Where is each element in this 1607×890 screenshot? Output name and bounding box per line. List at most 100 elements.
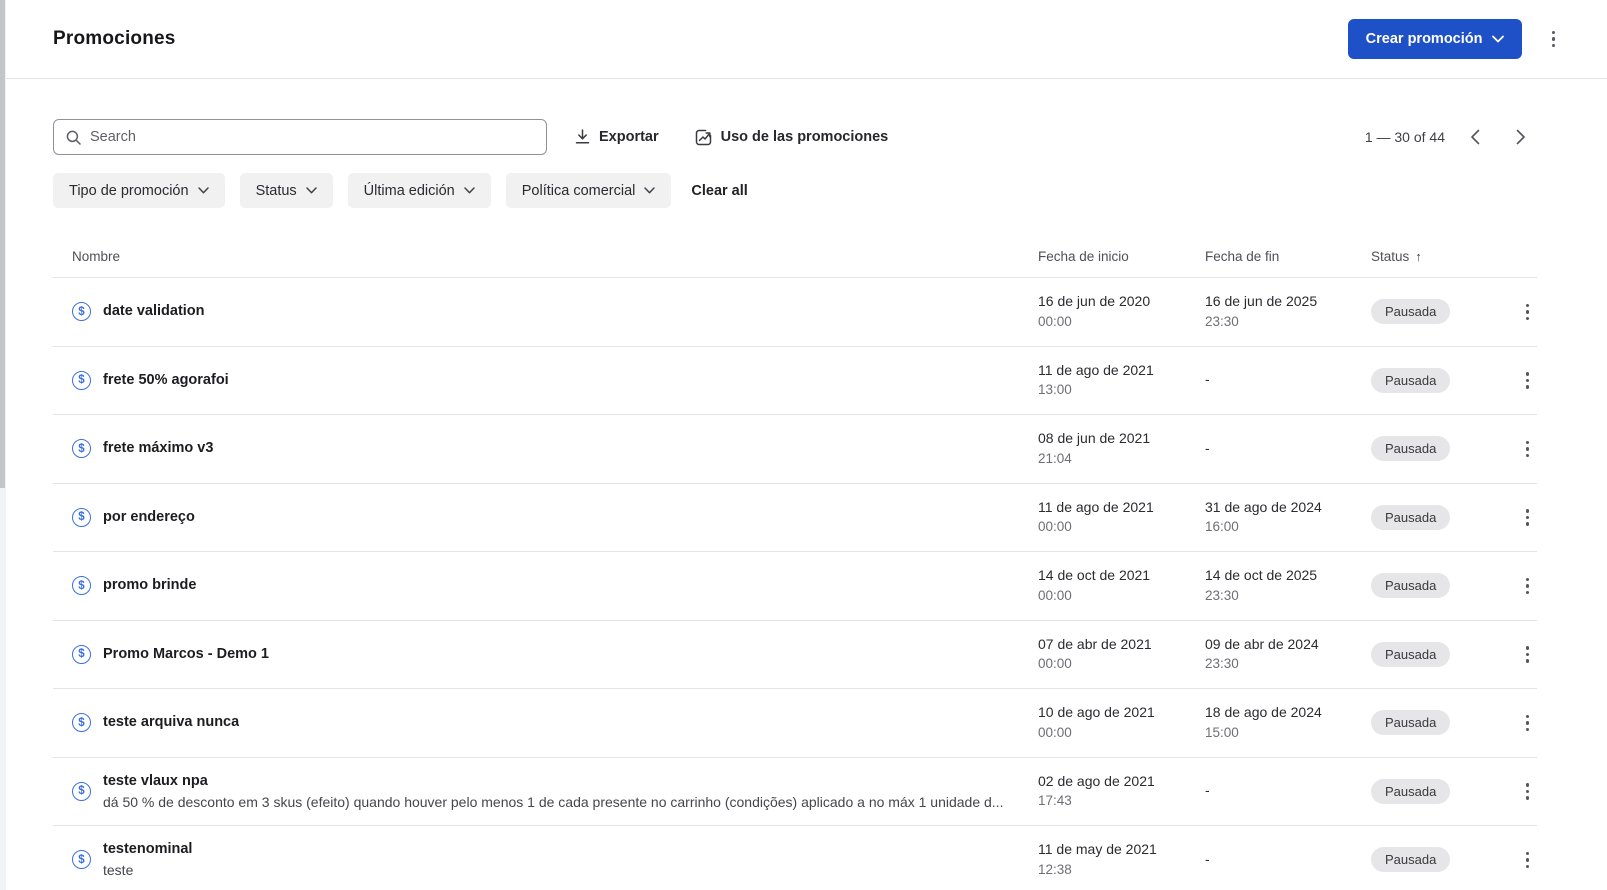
filter-last-edit[interactable]: Última edición bbox=[347, 173, 491, 208]
promotion-name[interactable]: frete 50% agorafoi bbox=[103, 370, 229, 391]
table-body: $ date validation 16 de jun de 2020 00:0… bbox=[53, 277, 1537, 890]
end-date-cell: 18 de ago de 2024 15:00 bbox=[1205, 703, 1371, 742]
search-input[interactable] bbox=[90, 129, 534, 145]
row-overflow-menu-button[interactable] bbox=[1518, 435, 1538, 464]
start-time: 17:43 bbox=[1038, 793, 1072, 809]
promotion-dollar-icon: $ bbox=[72, 507, 91, 527]
promotion-dollar-icon: $ bbox=[72, 370, 91, 390]
export-label: Exportar bbox=[599, 129, 659, 145]
filter-trade-policy[interactable]: Política comercial bbox=[505, 173, 672, 208]
status-cell: Pausada bbox=[1371, 641, 1500, 667]
table-row[interactable]: $ promo brinde 14 de oct de 2021 00:00 1… bbox=[53, 551, 1537, 620]
end-date: - bbox=[1205, 371, 1210, 388]
filter-bar: Tipo de promoción Status Última edición … bbox=[53, 173, 1537, 208]
start-date: 11 de may de 2021 bbox=[1038, 841, 1157, 858]
status-cell: Pausada bbox=[1371, 436, 1500, 462]
create-promotion-button[interactable]: Crear promoción bbox=[1347, 19, 1522, 59]
export-button[interactable]: Exportar bbox=[575, 129, 659, 145]
end-date: 16 de jun de 2025 bbox=[1205, 293, 1318, 310]
column-header-name[interactable]: Nombre bbox=[53, 249, 1038, 264]
start-date-cell: 16 de jun de 2020 00:00 bbox=[1038, 292, 1205, 331]
row-overflow-menu-button[interactable] bbox=[1518, 846, 1538, 875]
start-date: 16 de jun de 2020 bbox=[1038, 293, 1151, 310]
scrollbar-thumb[interactable] bbox=[0, 0, 5, 488]
column-header-end-date[interactable]: Fecha de fin bbox=[1205, 249, 1371, 264]
table-row[interactable]: $ Promo Marcos - Demo 1 07 de abr de 202… bbox=[53, 619, 1538, 689]
sort-ascending-icon[interactable]: ↑ bbox=[1415, 249, 1422, 264]
promotion-name[interactable]: teste vlaux npa bbox=[103, 771, 1003, 792]
promotion-name[interactable]: frete máximo v3 bbox=[103, 438, 213, 459]
filter-promotion-type[interactable]: Tipo de promoción bbox=[53, 173, 225, 208]
column-header-start-date[interactable]: Fecha de inicio bbox=[1038, 249, 1205, 264]
promotions-list-page: Exportar Uso de las promociones 1 — 30 o… bbox=[0, 119, 1607, 890]
end-date-cell: 16 de jun de 2025 23:30 bbox=[1205, 292, 1371, 331]
row-overflow-menu-button[interactable] bbox=[1518, 709, 1538, 738]
chevron-down-icon bbox=[464, 187, 475, 194]
status-badge: Pausada bbox=[1371, 436, 1451, 462]
filter-trade-policy-label: Política comercial bbox=[521, 182, 636, 199]
row-overflow-menu-button[interactable] bbox=[1518, 777, 1538, 806]
promotion-dollar-icon: $ bbox=[72, 713, 91, 733]
start-time: 00:00 bbox=[1038, 724, 1072, 740]
promotions-table: Nombre Fecha de inicio Fecha de fin Stat… bbox=[53, 235, 1537, 890]
promotion-name[interactable]: teste arquiva nunca bbox=[103, 712, 239, 733]
promotion-name[interactable]: date validation bbox=[103, 301, 205, 322]
filter-status[interactable]: Status bbox=[239, 173, 333, 208]
start-time: 00:00 bbox=[1038, 313, 1072, 329]
row-overflow-menu-button[interactable] bbox=[1518, 503, 1538, 532]
start-date-cell: 07 de abr de 2021 00:00 bbox=[1038, 635, 1205, 674]
status-badge: Pausada bbox=[1371, 367, 1451, 393]
table-row[interactable]: $ testenominal teste 11 de may de 2021 1… bbox=[53, 825, 1537, 890]
next-page-button[interactable] bbox=[1505, 121, 1537, 153]
filter-status-label: Status bbox=[255, 182, 297, 199]
start-date-cell: 10 de ago de 2021 00:00 bbox=[1038, 703, 1205, 742]
row-overflow-menu-button[interactable] bbox=[1518, 572, 1538, 601]
end-date: - bbox=[1205, 850, 1210, 867]
pagination-count: 1 — 30 of 44 bbox=[1364, 129, 1445, 145]
start-time: 13:00 bbox=[1038, 382, 1072, 398]
status-badge: Pausada bbox=[1371, 847, 1451, 873]
start-date-cell: 14 de oct de 2021 00:00 bbox=[1038, 566, 1205, 605]
promotions-usage-button[interactable]: Uso de las promociones bbox=[695, 129, 888, 146]
row-overflow-menu-button[interactable] bbox=[1518, 366, 1538, 395]
start-date-cell: 08 de jun de 2021 21:04 bbox=[1038, 429, 1205, 468]
start-time: 00:00 bbox=[1038, 519, 1072, 535]
table-row[interactable]: $ por endereço 11 de ago de 2021 00:00 3… bbox=[53, 482, 1538, 552]
table-row[interactable]: $ date validation 16 de jun de 2020 00:0… bbox=[53, 277, 1537, 346]
start-time: 12:38 bbox=[1038, 861, 1072, 877]
promotion-name[interactable]: testenominal bbox=[103, 839, 192, 860]
status-cell: Pausada bbox=[1371, 710, 1500, 736]
row-overflow-menu-button[interactable] bbox=[1518, 640, 1538, 669]
table-row[interactable]: $ frete 50% agorafoi 11 de ago de 2021 1… bbox=[53, 345, 1538, 415]
promotion-name[interactable]: promo brinde bbox=[103, 575, 196, 596]
start-time: 00:00 bbox=[1038, 587, 1072, 603]
table-header-row: Nombre Fecha de inicio Fecha de fin Stat… bbox=[53, 235, 1537, 277]
table-row[interactable]: $ frete máximo v3 08 de jun de 2021 21:0… bbox=[53, 414, 1537, 483]
promotion-name[interactable]: por endereço bbox=[103, 507, 195, 528]
end-date: 18 de ago de 2024 bbox=[1205, 704, 1322, 721]
pagination: 1 — 30 of 44 bbox=[1365, 121, 1537, 153]
row-overflow-menu-button[interactable] bbox=[1518, 298, 1538, 327]
end-time: 23:30 bbox=[1205, 313, 1239, 329]
page-title: Promociones bbox=[53, 28, 176, 49]
start-date: 11 de ago de 2021 bbox=[1038, 498, 1154, 515]
status-badge: Pausada bbox=[1371, 710, 1451, 736]
end-date-cell: 09 de abr de 2024 23:30 bbox=[1205, 635, 1371, 674]
search-box[interactable] bbox=[53, 119, 547, 155]
table-row[interactable]: $ teste vlaux npa dá 50 % de desconto em… bbox=[53, 756, 1538, 826]
promotion-name[interactable]: Promo Marcos - Demo 1 bbox=[103, 644, 269, 665]
column-header-status[interactable]: Status ↑ bbox=[1371, 249, 1500, 264]
promotion-dollar-icon: $ bbox=[72, 576, 91, 596]
header-overflow-menu-button[interactable] bbox=[1544, 25, 1564, 54]
chevron-down-icon bbox=[197, 187, 209, 194]
previous-page-button[interactable] bbox=[1459, 121, 1491, 153]
line-chart-icon bbox=[695, 129, 712, 146]
start-date: 10 de ago de 2021 bbox=[1038, 704, 1155, 721]
table-row[interactable]: $ teste arquiva nunca 10 de ago de 2021 … bbox=[53, 688, 1537, 757]
start-date-cell: 11 de ago de 2021 13:00 bbox=[1038, 361, 1205, 400]
create-promotion-label: Crear promoción bbox=[1365, 31, 1483, 47]
clear-all-filters-button[interactable]: Clear all bbox=[691, 183, 747, 199]
status-cell: Pausada bbox=[1371, 847, 1500, 873]
left-scrollbar[interactable] bbox=[0, 0, 6, 890]
status-cell: Pausada bbox=[1371, 299, 1500, 325]
